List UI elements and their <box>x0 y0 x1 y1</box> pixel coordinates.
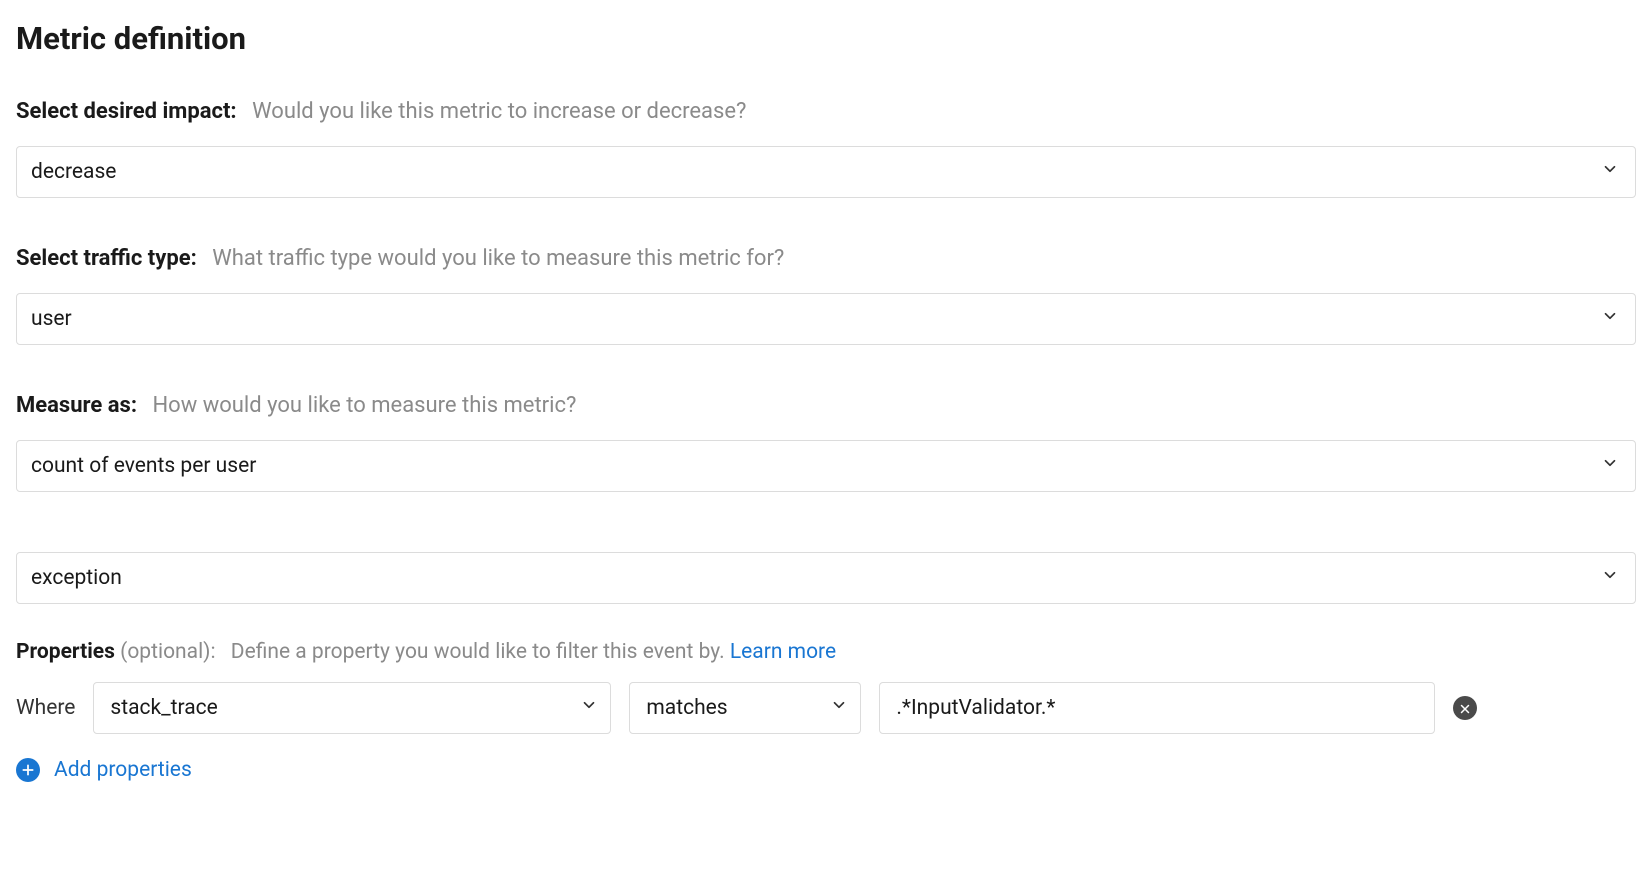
plus-icon <box>16 758 40 782</box>
traffic-select-value: user <box>31 307 72 331</box>
measure-hint: How would you like to measure this metri… <box>152 393 576 418</box>
remove-filter-button[interactable] <box>1453 696 1477 720</box>
impact-label: Select desired impact: <box>16 99 237 124</box>
add-properties-label: Add properties <box>54 758 192 782</box>
properties-desc: Define a property you would like to filt… <box>231 640 725 664</box>
filter-property-select[interactable]: stack_trace <box>93 682 611 734</box>
add-properties-button[interactable]: Add properties <box>16 758 1636 782</box>
traffic-hint: What traffic type would you like to meas… <box>212 246 784 271</box>
measure-agg-value: count of events per user <box>31 454 256 478</box>
impact-select-value: decrease <box>31 160 116 184</box>
filter-operator-value: matches <box>646 696 727 720</box>
close-icon <box>1459 696 1471 720</box>
measure-event-select[interactable]: exception <box>16 552 1636 604</box>
measure-section: Measure as: How would you like to measur… <box>16 393 1636 604</box>
filter-row: Where stack_trace matches <box>16 682 1636 734</box>
measure-label: Measure as: <box>16 393 137 418</box>
chevron-down-icon <box>830 696 848 720</box>
traffic-label: Select traffic type: <box>16 246 197 271</box>
impact-section: Select desired impact: Would you like th… <box>16 99 1636 198</box>
chevron-down-icon <box>1601 160 1619 184</box>
filter-operator-select[interactable]: matches <box>629 682 861 734</box>
properties-learn-more-link[interactable]: Learn more <box>730 640 836 664</box>
where-label: Where <box>16 696 75 720</box>
traffic-select[interactable]: user <box>16 293 1636 345</box>
measure-agg-select[interactable]: count of events per user <box>16 440 1636 492</box>
chevron-down-icon <box>1601 566 1619 590</box>
filter-property-value: stack_trace <box>110 696 217 720</box>
impact-hint: Would you like this metric to increase o… <box>252 99 746 124</box>
properties-label: Properties <box>16 640 115 664</box>
properties-section: Properties (optional): Define a property… <box>16 640 1636 782</box>
traffic-section: Select traffic type: What traffic type w… <box>16 246 1636 345</box>
chevron-down-icon <box>1601 454 1619 478</box>
chevron-down-icon <box>580 696 598 720</box>
impact-select[interactable]: decrease <box>16 146 1636 198</box>
page-title: Metric definition <box>16 20 1636 57</box>
measure-event-value: exception <box>31 566 122 590</box>
chevron-down-icon <box>1601 307 1619 331</box>
filter-value-input[interactable] <box>879 682 1435 734</box>
properties-optional: (optional): <box>120 640 215 664</box>
